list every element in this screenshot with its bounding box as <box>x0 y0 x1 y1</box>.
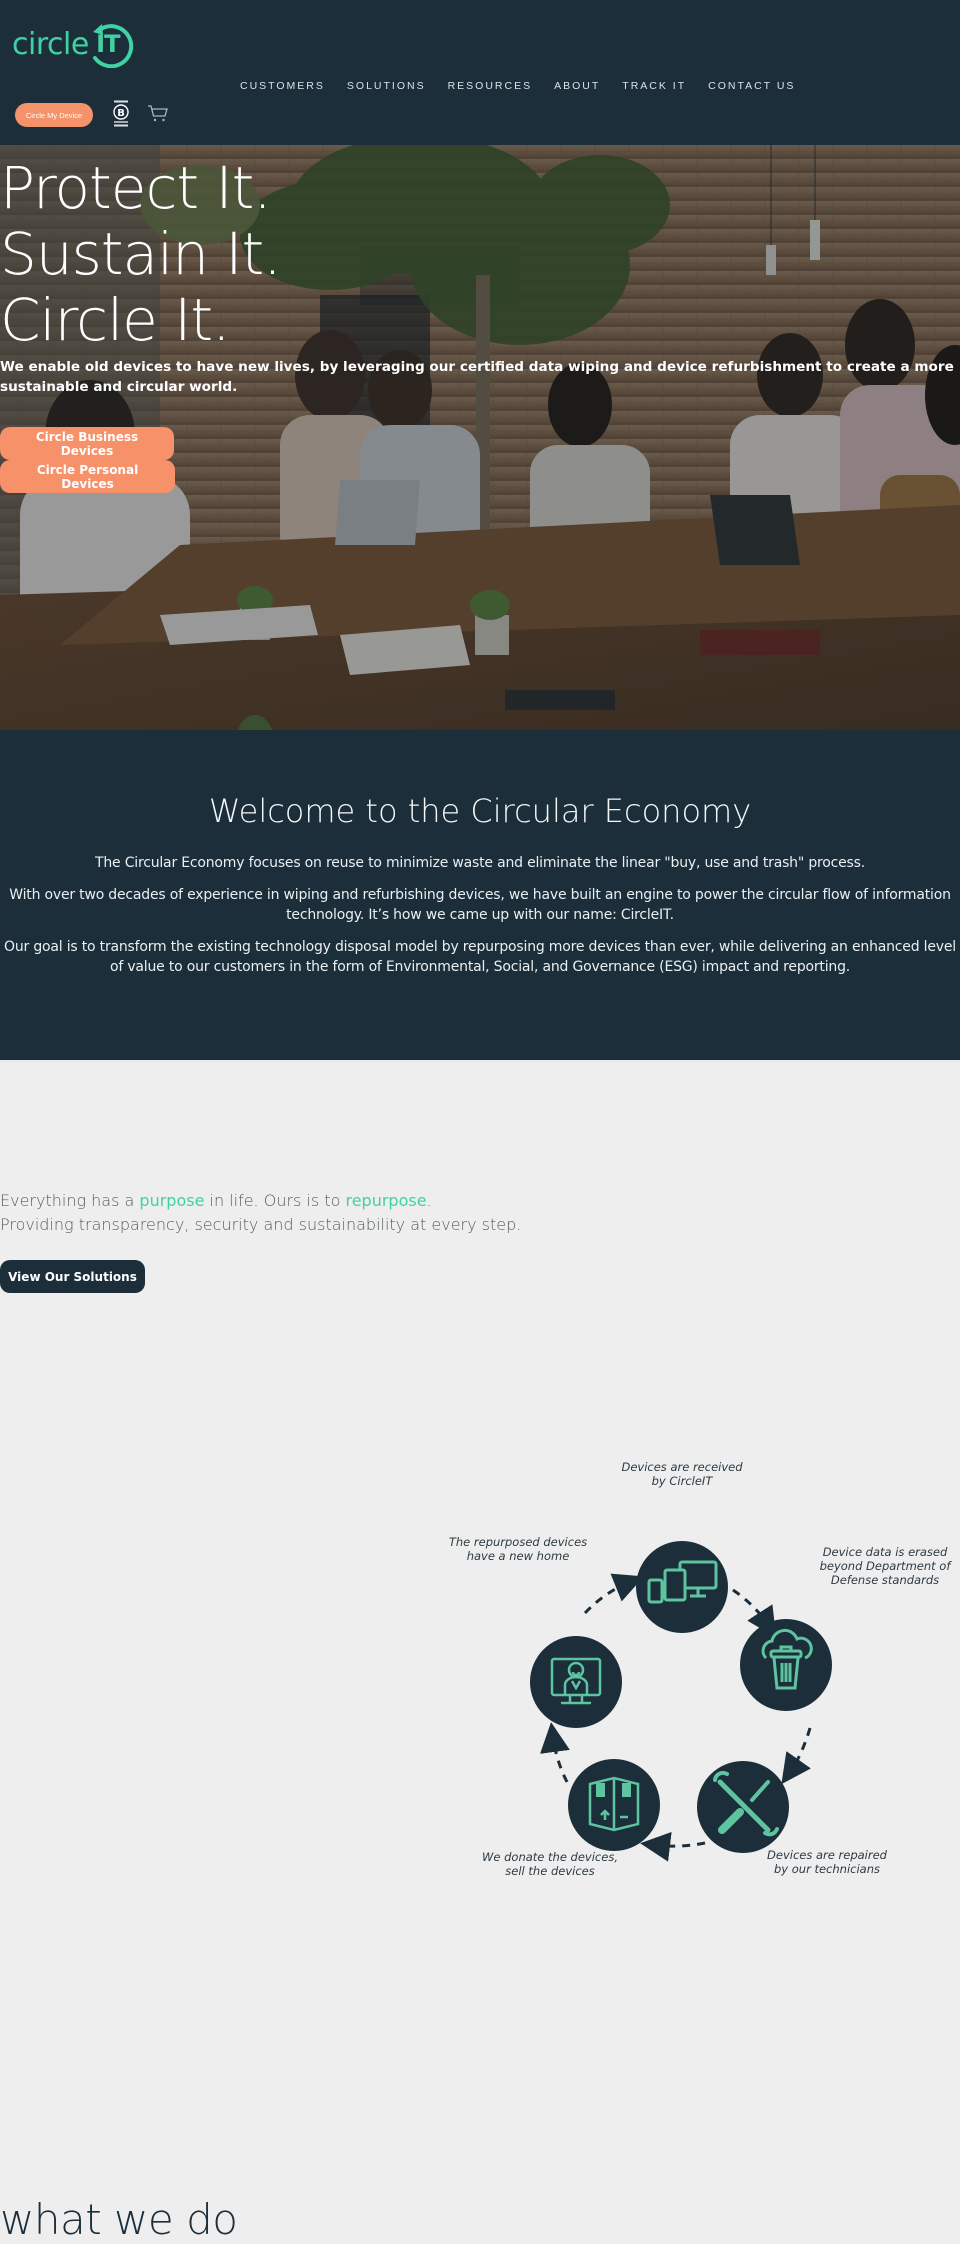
welcome-paragraph-1: The Circular Economy focuses on reuse to… <box>95 855 865 871</box>
label-line: We donate the devices, <box>482 1850 618 1864</box>
tagline-text: . <box>426 1191 432 1210</box>
hero-title-line-3: Circle It. <box>0 286 231 354</box>
step-new-home <box>530 1636 622 1728</box>
welcome-paragraphs: The Circular Economy focuses on reuse to… <box>0 853 960 989</box>
step-label-erased: Device data is erased beyond Department … <box>810 1545 960 1587</box>
welcome-paragraph-2: With over two decades of experience in w… <box>9 887 951 923</box>
site-header: circle IT CUSTOMERS SOLUTIONS RESOURCES … <box>0 0 960 145</box>
tagline-text: in life. Ours is to <box>204 1191 346 1210</box>
step-erased <box>740 1619 832 1711</box>
nav-track-it[interactable]: TRACK IT <box>622 80 686 92</box>
label-line: have a new home <box>466 1549 570 1563</box>
welcome-title: Welcome to the Circular Economy <box>208 792 752 830</box>
nav-customers[interactable]: CUSTOMERS <box>240 80 325 92</box>
label-line: by CircleIT <box>651 1474 713 1488</box>
step-repaired <box>697 1761 789 1853</box>
label-line: Defense standards <box>830 1573 940 1587</box>
view-our-solutions-button[interactable]: View Our Solutions <box>0 1260 145 1293</box>
step-label-new-home: The repurposed devices have a new home <box>448 1535 588 1563</box>
nav-solutions[interactable]: SOLUTIONS <box>347 80 426 92</box>
nav-resources[interactable]: RESOURCES <box>448 80 533 92</box>
label-line: beyond Department of <box>819 1559 951 1573</box>
tagline-accent-repurpose: repurpose <box>345 1191 427 1210</box>
welcome-paragraph-3: Our goal is to transform the existing te… <box>4 939 956 975</box>
welcome-section: Welcome to the Circular Economy The Circ… <box>0 730 960 1060</box>
label-line: Devices are repaired <box>767 1848 887 1862</box>
arrow-erased-to-repaired <box>781 1727 812 1785</box>
what-we-do-description: Providing transparency, security and sus… <box>0 1215 522 1234</box>
label-line: Device data is erased <box>822 1545 948 1559</box>
what-we-do-title: what we do <box>0 2195 238 2244</box>
hero-subtitle: We enable old devices to have new lives,… <box>0 359 954 395</box>
arrow-donated-to-home <box>540 1722 570 1783</box>
main-nav: CUSTOMERS SOLUTIONS RESOURCES ABOUT TRAC… <box>240 80 817 92</box>
tagline-text: Everything has a <box>0 1191 140 1210</box>
arrow-repaired-to-donated <box>640 1831 706 1862</box>
hero-title-line-1: Protect It. <box>0 154 272 222</box>
arrow-received-to-erased <box>732 1588 777 1638</box>
circle-business-devices-button[interactable]: Circle Business Devices <box>0 427 174 460</box>
step-donated <box>568 1759 660 1851</box>
certified-b-corporation-icon[interactable]: B <box>111 100 131 130</box>
label-line: Devices are received <box>621 1460 743 1474</box>
circular-process-diagram: Devices are received by CircleIT Device … <box>0 1460 960 1878</box>
step-received <box>636 1541 728 1633</box>
hero-title: Protect It. Sustain It. Circle It. <box>0 154 282 354</box>
logo-text: circle <box>12 26 89 62</box>
what-we-do-tagline: Everything has a purpose in life. Ours i… <box>0 1191 432 1210</box>
step-label-received: Devices are received by CircleIT <box>612 1460 752 1488</box>
circle-my-device-button[interactable]: Circle My Device <box>15 103 93 127</box>
circleit-logo[interactable]: circle IT <box>12 20 135 68</box>
nav-contact-us[interactable]: CONTACT US <box>708 80 795 92</box>
label-line: by our technicians <box>774 1862 880 1876</box>
logo-suffix: IT <box>96 30 120 58</box>
what-we-do-section: what we do Everything has a purpose in l… <box>0 1060 960 2244</box>
label-line: The repurposed devices <box>448 1535 588 1549</box>
nav-about[interactable]: ABOUT <box>554 80 600 92</box>
tagline-accent-purpose: purpose <box>139 1191 205 1210</box>
step-label-donated: We donate the devices, sell the devices <box>480 1850 620 1878</box>
arrow-home-to-received <box>583 1573 644 1615</box>
circle-personal-devices-button[interactable]: Circle Personal Devices <box>0 460 175 493</box>
label-line: sell the devices <box>505 1864 595 1878</box>
step-label-repaired: Devices are repaired by our technicians <box>762 1848 892 1876</box>
hero-section: Protect It. Sustain It. Circle It. We en… <box>0 145 960 730</box>
shopping-cart-icon[interactable] <box>147 104 169 124</box>
logo-circle-arrow-icon: IT <box>87 20 135 68</box>
hero-title-line-2: Sustain It. <box>0 220 282 288</box>
svg-text:B: B <box>117 108 125 119</box>
